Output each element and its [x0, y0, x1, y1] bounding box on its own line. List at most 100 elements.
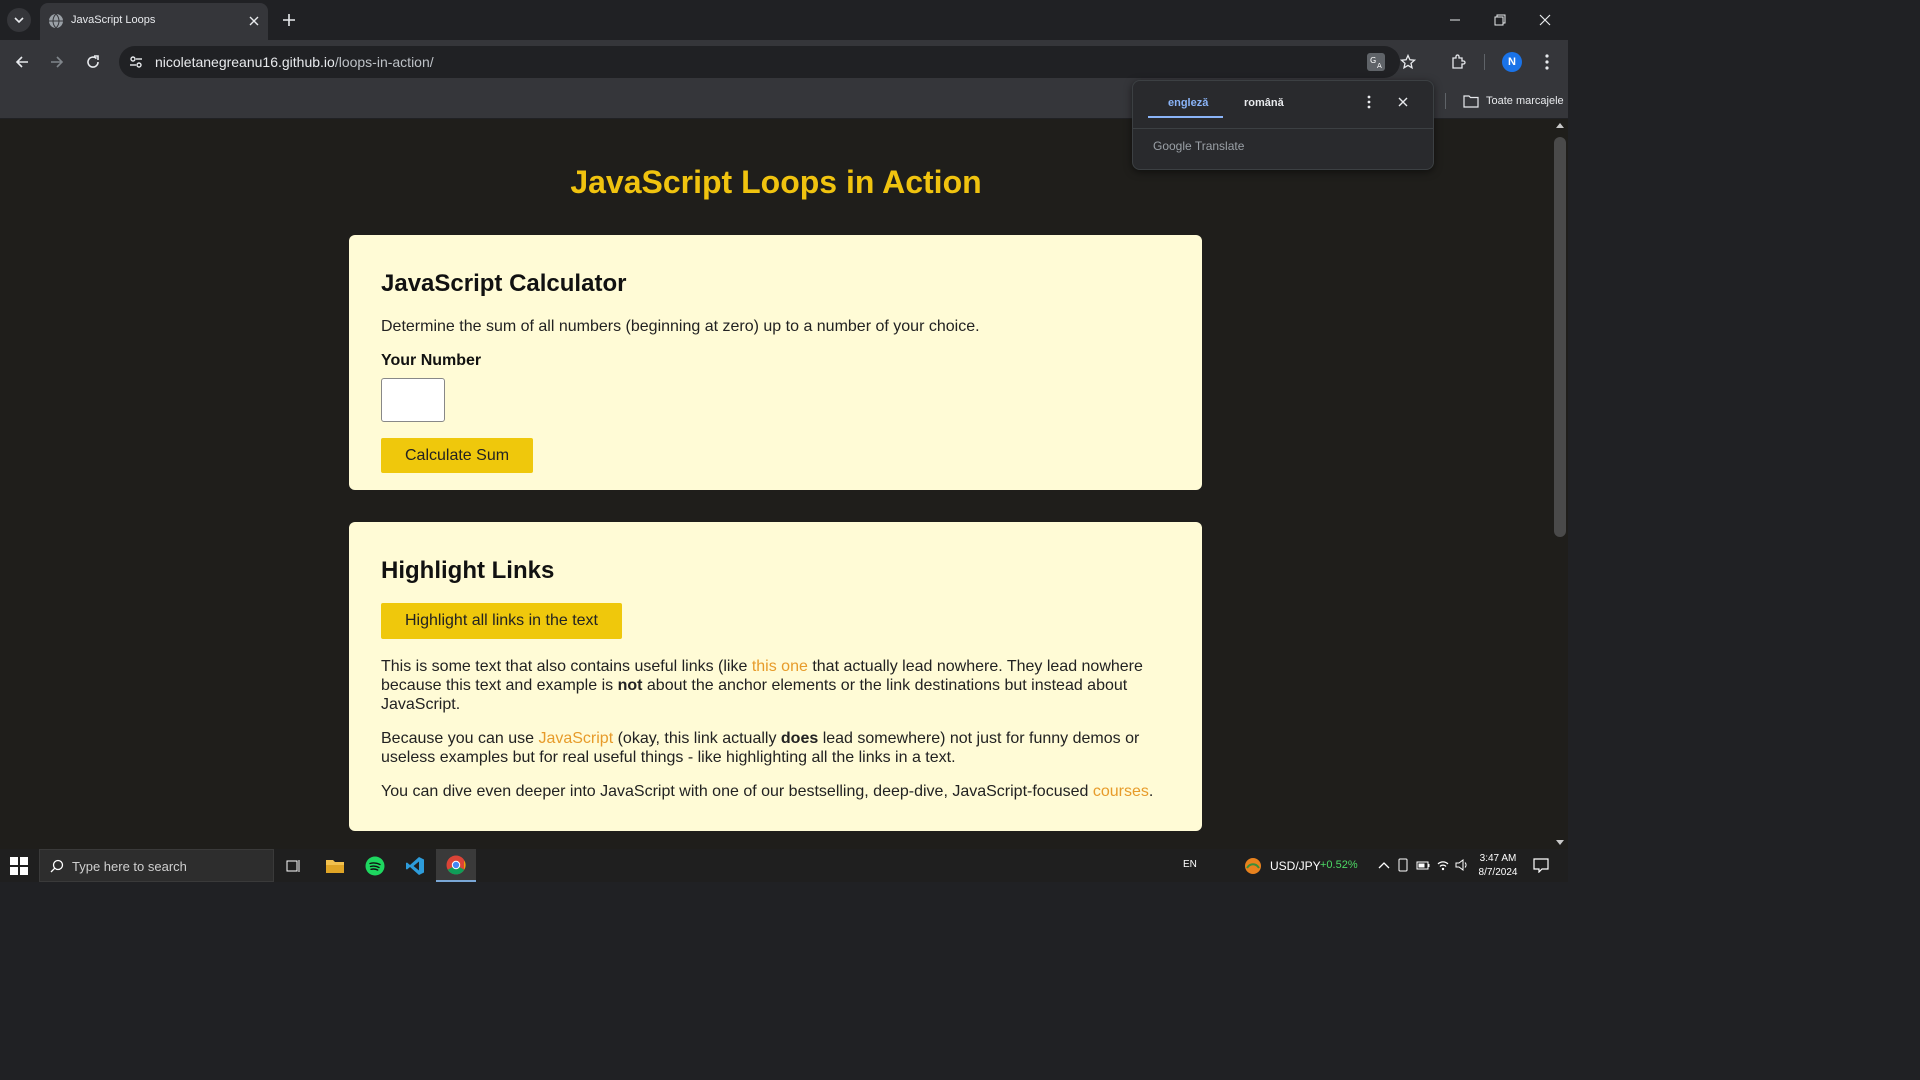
tab-bar: JavaScript Loops [0, 0, 1568, 40]
number-input[interactable] [381, 378, 445, 422]
browser-menu-button[interactable] [1537, 52, 1557, 72]
calculator-card: JavaScript Calculator Determine the sum … [349, 235, 1202, 490]
javascript-link[interactable]: JavaScript [538, 730, 613, 747]
site-settings-icon[interactable] [127, 53, 145, 71]
clock-date: 8/7/2024 [1478, 867, 1518, 878]
vscode-button[interactable] [395, 849, 435, 882]
folder-icon [326, 859, 344, 873]
spotify-button[interactable] [355, 849, 395, 882]
notifications-icon[interactable] [1533, 858, 1549, 873]
search-icon [50, 859, 64, 873]
page-scrollbar[interactable] [1552, 119, 1568, 849]
svg-text:A: A [1377, 62, 1382, 70]
file-explorer-button[interactable] [315, 849, 355, 882]
clock-time: 3:47 AM [1479, 853, 1517, 864]
paragraph-2: Because you can use JavaScript (okay, th… [381, 729, 1171, 767]
bookmark-star-button[interactable] [1398, 52, 1418, 72]
brand-google: Google [1153, 139, 1192, 153]
all-bookmarks-button[interactable]: Toate marcajele [1463, 92, 1564, 110]
paragraph-1: This is some text that also contains use… [381, 657, 1171, 714]
svg-text:G: G [1370, 56, 1376, 65]
system-clock[interactable]: 3:47 AM 8/7/2024 [1476, 852, 1520, 880]
ticker-change: +0.52% [1320, 859, 1358, 871]
task-view-button[interactable] [274, 849, 314, 882]
tab-close-button[interactable] [246, 13, 262, 29]
this-one-link[interactable]: this one [752, 658, 808, 675]
p2-text-b: (okay, this link actually [613, 730, 781, 747]
translate-options-button[interactable] [1361, 94, 1377, 110]
globe-icon [49, 13, 63, 29]
translate-active-underline [1148, 116, 1223, 118]
minimize-icon [1450, 19, 1460, 21]
minimize-button[interactable] [1445, 10, 1465, 30]
number-label: Your Number [381, 352, 482, 369]
profile-avatar[interactable]: N [1502, 52, 1522, 72]
scroll-thumb[interactable] [1554, 137, 1566, 537]
chrome-icon [446, 855, 466, 875]
translate-popup: engleză română Google Translate [1132, 80, 1434, 170]
windows-start-icon[interactable] [10, 857, 28, 875]
extensions-button[interactable] [1448, 52, 1468, 72]
chevron-down-icon [14, 17, 24, 24]
translate-close-button[interactable] [1395, 94, 1411, 110]
vscode-icon [406, 856, 424, 875]
translate-divider [1133, 128, 1433, 129]
input-language-indicator[interactable]: EN [1183, 859, 1197, 870]
windows-taskbar: Type here to search EN USD/JPY +0.52% 3:… [0, 849, 1568, 882]
p1-bold-not: not [617, 677, 643, 694]
new-tab-button[interactable] [279, 10, 299, 30]
url-path: /loops-in-action/ [334, 54, 434, 70]
restore-icon [1494, 14, 1506, 26]
wifi-icon[interactable] [1436, 858, 1450, 872]
device-icon[interactable] [1397, 858, 1409, 872]
taskbar-search-box[interactable]: Type here to search [39, 849, 274, 882]
translate-source-language-tab[interactable]: engleză [1168, 97, 1208, 109]
currency-widget-icon[interactable] [1244, 857, 1262, 875]
volume-icon[interactable] [1455, 858, 1469, 872]
reload-button[interactable] [83, 52, 103, 72]
browser-toolbar: nicoletanegreanu16.github.io/loops-in-ac… [0, 40, 1568, 84]
brand-translate: Translate [1194, 139, 1245, 153]
scroll-up-arrow-icon[interactable] [1556, 123, 1564, 128]
more-vertical-icon [1545, 54, 1549, 70]
puzzle-icon [1452, 54, 1466, 69]
links-text-block: This is some text that also contains use… [381, 657, 1171, 801]
scroll-down-arrow-icon[interactable] [1556, 840, 1564, 845]
battery-icon[interactable] [1416, 859, 1430, 871]
url-host: nicoletanegreanu16.github.io [155, 54, 335, 70]
toolbar-separator [1484, 54, 1485, 70]
courses-link[interactable]: courses [1093, 783, 1149, 800]
tab-active[interactable]: JavaScript Loops [40, 3, 268, 40]
forward-button[interactable] [47, 52, 67, 72]
chrome-button[interactable] [436, 849, 476, 882]
p3-text-a: You can dive even deeper into JavaScript… [381, 783, 1093, 800]
all-bookmarks-label: Toate marcajele [1486, 95, 1564, 107]
calculate-sum-button[interactable]: Calculate Sum [381, 438, 534, 473]
p2-bold-does: does [780, 730, 819, 747]
p2-text-a: Because you can use [381, 730, 539, 747]
calculator-description: Determine the sum of all numbers (beginn… [381, 318, 980, 335]
more-vertical-icon [1367, 95, 1371, 109]
translate-icon: GA [1367, 53, 1385, 71]
star-icon [1400, 54, 1416, 70]
address-bar[interactable]: nicoletanegreanu16.github.io/loops-in-ac… [119, 46, 1416, 78]
tab-search-button[interactable] [7, 8, 31, 32]
close-window-button[interactable] [1535, 10, 1555, 30]
highlight-links-card: Highlight Links Highlight all links in t… [349, 522, 1202, 831]
chevron-up-icon[interactable] [1378, 860, 1390, 870]
task-view-icon [286, 859, 300, 872]
back-button[interactable] [12, 52, 32, 72]
folder-icon [1463, 95, 1479, 108]
close-icon [1539, 14, 1551, 26]
reload-icon [87, 55, 99, 68]
ticker-name[interactable]: USD/JPY [1270, 859, 1321, 873]
bookmarks-separator [1445, 93, 1446, 109]
translate-button[interactable]: GA [1366, 52, 1386, 72]
restore-button[interactable] [1490, 10, 1510, 30]
arrow-left-icon [15, 56, 28, 68]
tab-title: JavaScript Loops [71, 14, 156, 26]
close-icon [1398, 97, 1408, 107]
highlight-links-button[interactable]: Highlight all links in the text [381, 603, 622, 639]
p1-text-a: This is some text that also contains use… [381, 658, 752, 675]
translate-target-language-tab[interactable]: română [1244, 97, 1284, 109]
